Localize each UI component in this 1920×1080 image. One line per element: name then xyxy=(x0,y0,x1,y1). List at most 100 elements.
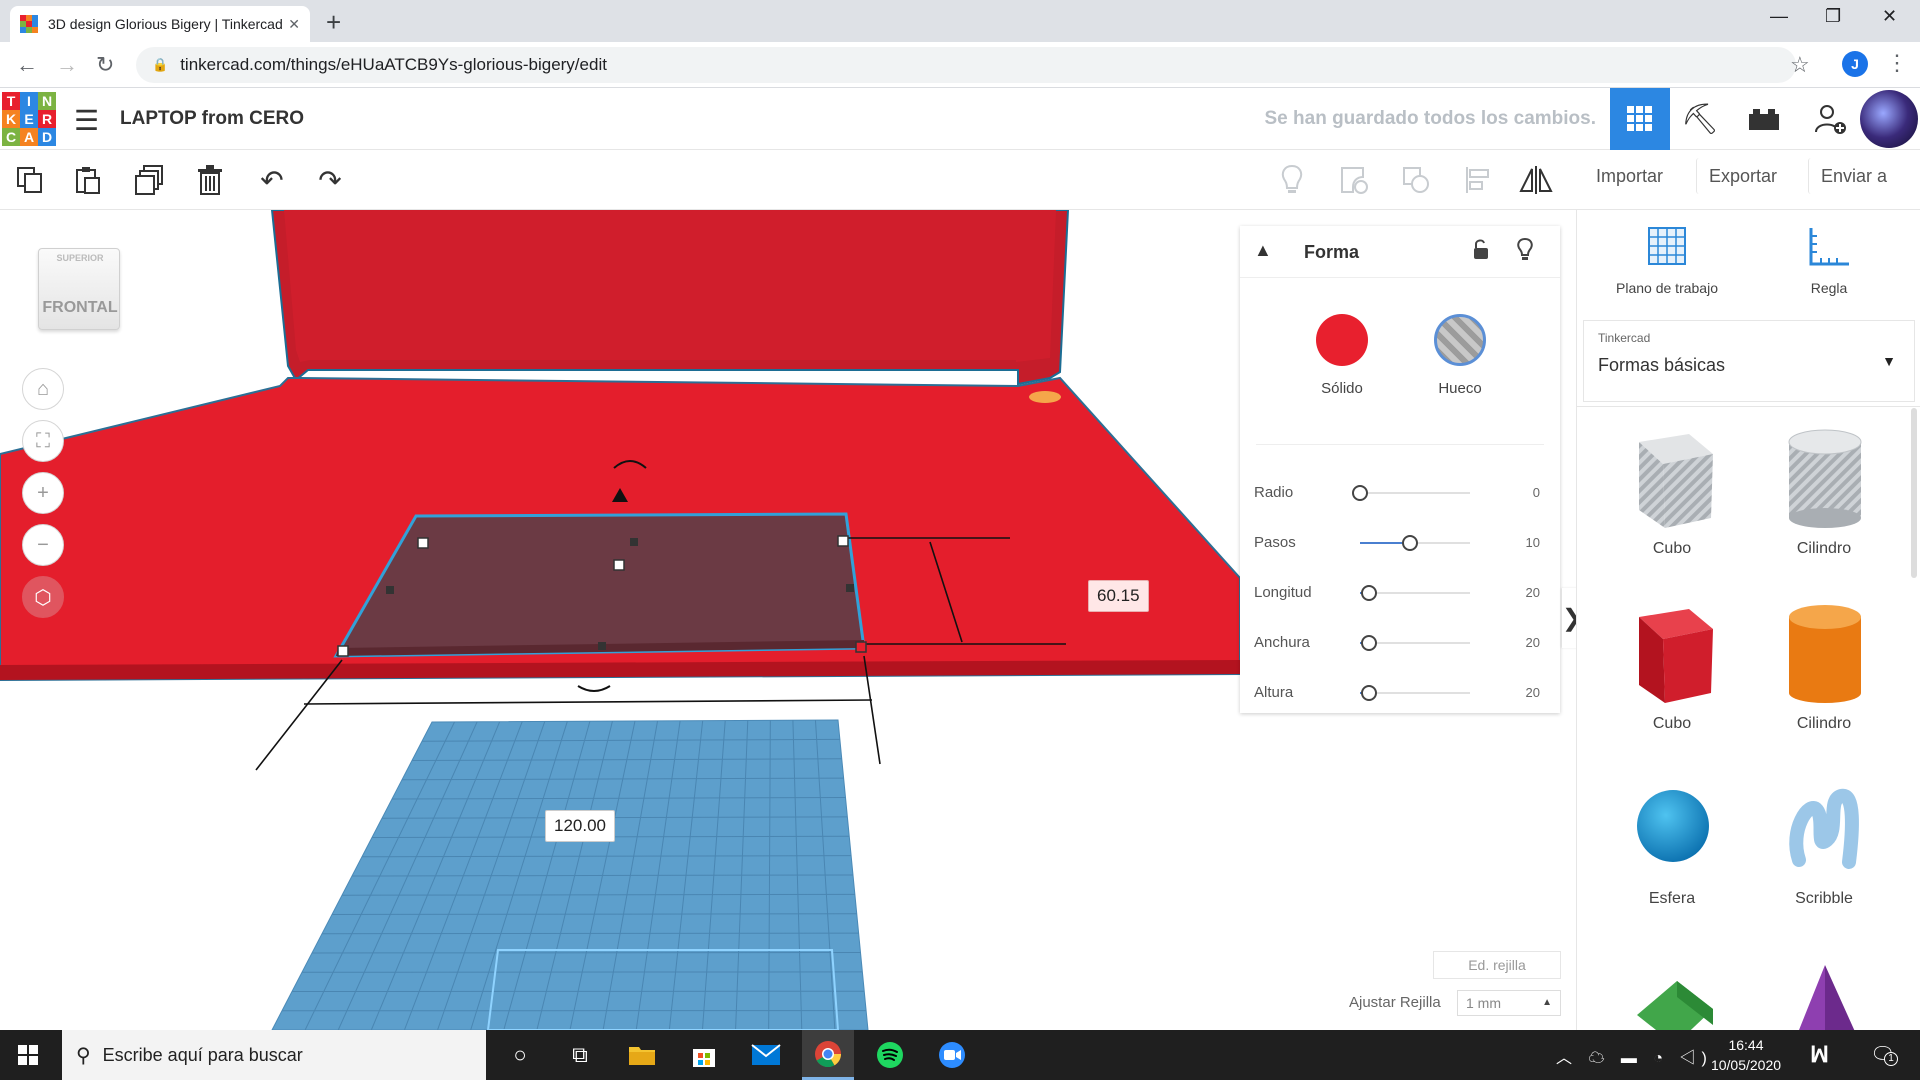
param-value[interactable]: 20 xyxy=(1526,635,1540,650)
system-tray-icons[interactable]: ︿ ☁ ▬ ◔ ◁) xyxy=(1556,1044,1713,1068)
ungroup-icon[interactable] xyxy=(1396,160,1436,200)
browser-tab-bar: 3D design Glorious Bigery | Tinkercad ✕ … xyxy=(0,0,1920,42)
hole-swatch[interactable] xyxy=(1434,314,1486,366)
logo-letter: T xyxy=(2,92,20,110)
forward-icon[interactable]: → xyxy=(56,52,78,78)
duplicate-icon[interactable] xyxy=(130,160,170,200)
param-value[interactable]: 20 xyxy=(1526,585,1540,600)
solid-color-swatch[interactable] xyxy=(1316,314,1368,366)
taskbar-clock[interactable]: 16:44 10/05/2020 xyxy=(1706,1035,1786,1075)
paste-icon[interactable] xyxy=(68,160,108,200)
param-slider-knob[interactable] xyxy=(1352,485,1368,501)
snap-grid-select[interactable]: 1 mm ▲ xyxy=(1457,990,1561,1016)
shape-cylinder-hole[interactable]: Cilindro xyxy=(1749,420,1899,570)
param-slider-knob[interactable] xyxy=(1360,685,1377,701)
home-view-button[interactable]: ⌂ xyxy=(22,368,64,410)
reload-icon[interactable]: ↻ xyxy=(96,52,114,78)
view-cube[interactable]: SUPERIOR FRONTAL xyxy=(38,248,120,330)
group-icon[interactable] xyxy=(1334,160,1374,200)
library-name: Formas básicas xyxy=(1598,355,1726,375)
back-icon[interactable]: ← xyxy=(16,52,38,78)
fit-view-button[interactable]: ⛶ xyxy=(22,420,64,462)
delete-icon[interactable] xyxy=(190,160,230,200)
mirror-icon[interactable] xyxy=(1516,160,1556,200)
undo-icon[interactable]: ↶ xyxy=(252,160,292,200)
shapes-panel: Plano de trabajo Regla Tinkercad Formas … xyxy=(1576,210,1920,1030)
project-name[interactable]: LAPTOP from CERO xyxy=(120,108,304,130)
add-user-icon[interactable] xyxy=(1800,88,1860,150)
tab-close-icon[interactable]: ✕ xyxy=(288,16,300,33)
width-dimension-label[interactable]: 120.00 xyxy=(545,810,615,842)
logo-letter: E xyxy=(20,110,38,128)
bricks-icon[interactable] xyxy=(1734,88,1794,150)
logo-letter: N xyxy=(38,92,56,110)
param-slider-knob[interactable] xyxy=(1360,585,1377,601)
chrome-icon[interactable] xyxy=(802,1030,854,1080)
windows-start-icon[interactable] xyxy=(18,1045,38,1065)
edit-grid-button[interactable]: Ed. rejilla xyxy=(1433,951,1561,979)
align-icon[interactable] xyxy=(1458,160,1498,200)
ruler-label: Regla xyxy=(1810,280,1848,296)
file-explorer-icon[interactable] xyxy=(616,1030,668,1080)
param-value[interactable]: 10 xyxy=(1526,535,1540,550)
library-select[interactable]: Tinkercad Formas básicas ▼ xyxy=(1583,320,1915,402)
shape-cylinder[interactable]: Cilindro xyxy=(1749,595,1899,745)
param-slider-track[interactable] xyxy=(1360,492,1470,494)
lightbulb-icon[interactable] xyxy=(1272,160,1312,200)
notifications-icon[interactable]: 🗨 1 xyxy=(1870,1042,1898,1067)
minimize-icon[interactable]: — xyxy=(1770,6,1788,27)
inspector-header: ▲ Forma xyxy=(1240,226,1560,278)
shape-sphere[interactable]: Esfera xyxy=(1597,770,1747,920)
param-slider-knob[interactable] xyxy=(1360,635,1377,651)
bookmark-star-icon[interactable]: ☆ xyxy=(1790,52,1810,78)
redo-icon[interactable]: ↷ xyxy=(310,160,350,200)
close-window-icon[interactable]: ✕ xyxy=(1882,6,1897,27)
shape-roof[interactable] xyxy=(1597,945,1747,1030)
zoom-out-button[interactable]: − xyxy=(22,524,64,566)
shape-box-hole[interactable]: Cubo xyxy=(1597,420,1747,570)
new-tab-button[interactable]: + xyxy=(326,7,341,38)
3d-view-button[interactable] xyxy=(1610,88,1670,150)
perspective-button[interactable]: ⬡ xyxy=(22,576,64,618)
lock-icon[interactable] xyxy=(1472,238,1490,266)
cortana-icon[interactable]: ○ xyxy=(494,1030,546,1080)
param-value[interactable]: 20 xyxy=(1526,685,1540,700)
export-button[interactable]: Exportar xyxy=(1696,158,1790,194)
send-to-button[interactable]: Enviar a xyxy=(1808,158,1900,194)
maximize-icon[interactable]: ❐ xyxy=(1825,6,1841,27)
pickaxe-icon[interactable]: ⛏ xyxy=(1670,88,1730,150)
ruler-button[interactable]: Regla xyxy=(1749,224,1909,296)
tinkercad-logo[interactable]: TINKERCAD xyxy=(2,92,56,146)
designs-list-icon[interactable]: ☰ xyxy=(74,104,99,137)
depth-dimension-label[interactable]: 60.15 xyxy=(1088,580,1149,612)
profile-avatar[interactable]: J xyxy=(1842,51,1868,77)
import-button[interactable]: Importar xyxy=(1584,158,1676,194)
mail-icon[interactable] xyxy=(740,1030,792,1080)
scribble-icon xyxy=(1789,788,1859,869)
zoom-icon[interactable] xyxy=(926,1030,978,1080)
snap-grid-value: 1 mm xyxy=(1466,995,1501,1011)
collapse-icon[interactable]: ▲ xyxy=(1254,240,1272,261)
shape-inspector: ▲ Forma Sólido Hueco Radio 0 Pasos 10 Longit… xyxy=(1240,226,1560,713)
shape-box[interactable]: Cubo xyxy=(1597,595,1747,745)
browser-menu-icon[interactable]: ⋮ xyxy=(1886,50,1908,76)
shape-scribble[interactable]: Scribble xyxy=(1749,770,1899,920)
copy-icon[interactable] xyxy=(10,160,50,200)
param-slider-knob[interactable] xyxy=(1401,535,1418,551)
shape-pyramid[interactable] xyxy=(1749,945,1899,1030)
user-avatar[interactable] xyxy=(1860,90,1918,148)
browser-tab[interactable]: 3D design Glorious Bigery | Tinkercad ✕ xyxy=(10,6,310,42)
param-value[interactable]: 0 xyxy=(1533,485,1540,500)
shape-label: Cilindro xyxy=(1796,715,1852,732)
spotify-icon[interactable] xyxy=(864,1030,916,1080)
task-view-icon[interactable]: ⧉ xyxy=(554,1030,606,1080)
panel-scrollbar[interactable] xyxy=(1911,408,1917,578)
store-icon[interactable] xyxy=(678,1030,730,1080)
workplane-button[interactable]: Plano de trabajo xyxy=(1587,224,1747,296)
lightbulb-icon[interactable] xyxy=(1516,237,1534,268)
zoom-in-button[interactable]: + xyxy=(22,472,64,514)
m-app-icon[interactable]: ꟽ xyxy=(1810,1042,1829,1068)
workplane-icon xyxy=(1587,224,1747,272)
taskbar-search[interactable]: ⚲ Escribe aquí para buscar xyxy=(62,1030,486,1080)
url-field[interactable]: 🔒 tinkercad.com/things/eHUaATCB9Ys-glori… xyxy=(136,47,1796,83)
